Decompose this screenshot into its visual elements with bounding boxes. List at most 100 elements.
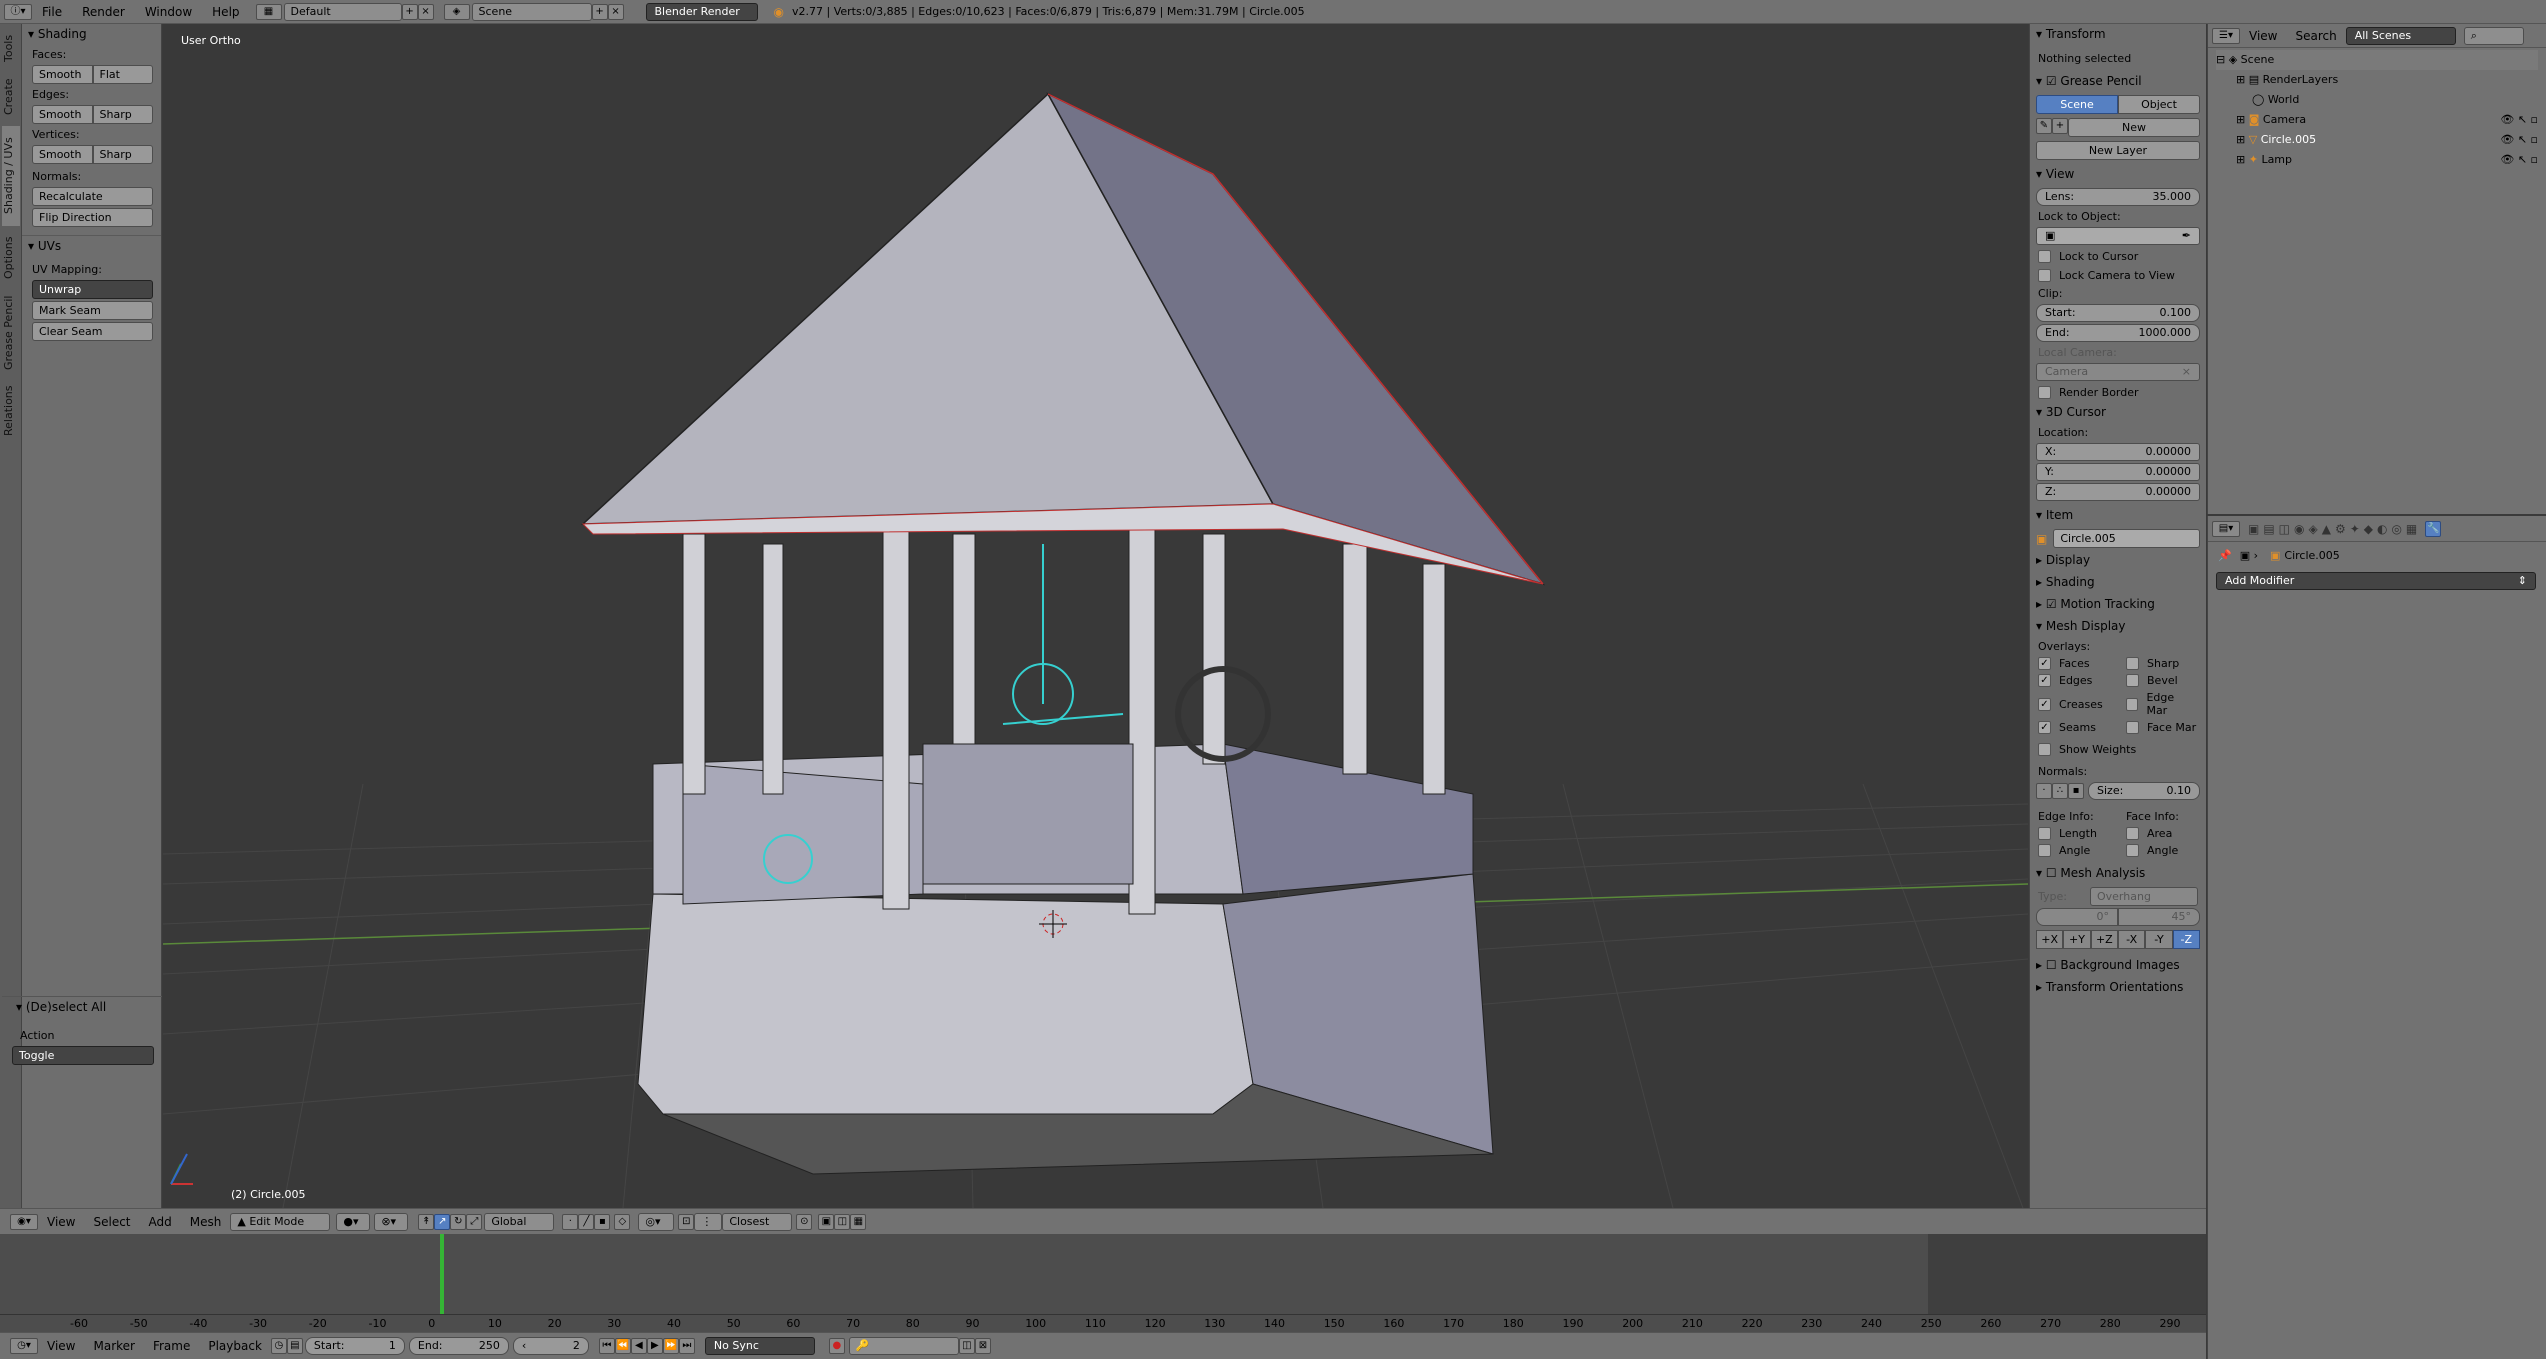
snap-element-icon[interactable]: ⋮	[694, 1212, 723, 1231]
viewport-mesh-menu[interactable]: Mesh	[181, 1215, 231, 1229]
jump-end-icon[interactable]: ⏭	[678, 1338, 695, 1354]
outliner-item-scene[interactable]: ⊟ ◈ Scene	[2216, 50, 2538, 70]
align-rotation-icon[interactable]: ⊙	[796, 1213, 813, 1230]
local-camera-field[interactable]: Camera ×	[2036, 363, 2200, 381]
edges-smooth-button[interactable]: Smooth	[32, 105, 93, 124]
edge-mark-check[interactable]	[2125, 697, 2139, 711]
pin-icon[interactable]: 📌	[2218, 549, 2232, 562]
area-check[interactable]	[2126, 827, 2139, 840]
axis-plus-y[interactable]: +Y	[2063, 930, 2091, 949]
play-reverse-icon[interactable]: ◀	[630, 1338, 647, 1354]
lock-cursor-checkbox[interactable]: Lock to Cursor	[2030, 247, 2206, 266]
add-scene-icon[interactable]: +	[591, 3, 608, 20]
vertices-sharp-button[interactable]: Sharp	[92, 145, 153, 164]
3d-viewport[interactable]: User Ortho (2) Circle.005	[163, 24, 2028, 1208]
lock-cursor-box[interactable]	[2038, 250, 2051, 263]
mark-seam-button[interactable]: Mark Seam	[32, 301, 153, 320]
split-normal-icon[interactable]: ∴	[2052, 783, 2068, 799]
end-frame-field[interactable]: End: 250	[408, 1337, 509, 1355]
tab-create[interactable]: Create	[2, 72, 20, 122]
face-select-icon[interactable]: ▪	[594, 1213, 611, 1230]
axis-minus-x[interactable]: -X	[2117, 930, 2146, 949]
render-border-box[interactable]	[2038, 386, 2051, 399]
face-mark-check[interactable]	[2126, 721, 2139, 734]
play-icon[interactable]: ▶	[646, 1338, 663, 1354]
translate-icon[interactable]: ↗	[434, 1213, 451, 1230]
flip-direction-button[interactable]: Flip Direction	[32, 208, 153, 227]
tab-options[interactable]: Options	[2, 230, 20, 286]
render-preview-icon[interactable]: ▣	[818, 1213, 835, 1230]
timeline[interactable]: -60 -50 -40 -30 -20 -10 0 10 20 30 40 50 60 70 80 90 100…	[0, 1234, 2206, 1332]
snap-icon[interactable]: ⊡	[678, 1213, 695, 1230]
axis-plus-z[interactable]: +Z	[2090, 930, 2118, 949]
background-images-header[interactable]: ▸ ☐ Background Images	[2030, 955, 2206, 977]
item-header[interactable]: ▾ Item	[2030, 505, 2206, 527]
context-tabs-icons[interactable]: ▣▤◫◉◈▲⚙✦◆◐◎▦	[2248, 522, 2421, 536]
next-key-icon[interactable]: ⏩	[662, 1338, 679, 1354]
transform-orientations-header[interactable]: ▸ Transform Orientations	[2030, 977, 2206, 999]
timeline-editor-icon[interactable]: ◷▾	[10, 1338, 38, 1354]
clip-end-field[interactable]: End: 1000.000	[2036, 324, 2200, 342]
operator-header[interactable]: ▾ (De)select All	[2, 997, 162, 1019]
pencil-icon[interactable]: ✎	[2036, 118, 2052, 134]
cursor-x-field[interactable]: X: 0.00000	[2036, 443, 2200, 461]
remove-scene-icon[interactable]: ×	[607, 3, 624, 20]
gp-new-button[interactable]: New	[2068, 118, 2200, 137]
current-frame-line[interactable]	[440, 1234, 444, 1314]
tab-shading-uvs[interactable]: Shading / UVs	[2, 126, 20, 226]
faces-check[interactable]: ✓	[2038, 657, 2051, 670]
edges-sharp-button[interactable]: Sharp	[92, 105, 153, 124]
outliner-item-lamp[interactable]: ⊞ ✦ Lamp 👁 ↖ ▫	[2216, 150, 2538, 170]
rotate-icon[interactable]: ↻	[450, 1213, 467, 1230]
display-mode-select[interactable]: All Scenes	[2345, 26, 2456, 45]
prev-key-icon[interactable]: ⏪	[614, 1338, 631, 1354]
edges-check[interactable]: ✓	[2038, 674, 2051, 687]
tab-grease-pencil[interactable]: Grease Pencil	[2, 290, 20, 376]
render-border-checkbox[interactable]: Render Border	[2030, 383, 2206, 402]
delete-key-icon[interactable]: ⊠	[974, 1338, 991, 1354]
edge-angle-check[interactable]	[2038, 844, 2051, 857]
circle-visibility-icon[interactable]: 👁 ↖ ▫	[2500, 130, 2538, 150]
timeline-playback-menu[interactable]: Playback	[199, 1339, 271, 1353]
axis-plus-x[interactable]: +X	[2036, 930, 2064, 949]
modifier-tab-icon[interactable]: 🔧	[2425, 520, 2442, 537]
timeline-marker-menu[interactable]: Marker	[84, 1339, 143, 1353]
grease-pencil-header[interactable]: ▾ ☑ Grease Pencil	[2030, 71, 2206, 93]
cursor-y-field[interactable]: Y: 0.00000	[2036, 463, 2200, 481]
outliner-view-menu[interactable]: View	[2240, 29, 2286, 43]
plus-icon[interactable]: +	[2052, 118, 2068, 134]
outliner-item-circle[interactable]: ⊞ ▽ Circle.005 👁 ↖ ▫	[2216, 130, 2538, 150]
motion-tracking-header[interactable]: ▸ ☑ Motion Tracking	[2030, 594, 2206, 616]
add-layout-icon[interactable]: +	[401, 3, 418, 20]
gp-object-button[interactable]: Object	[2118, 95, 2200, 114]
show-weights-box[interactable]	[2038, 743, 2051, 756]
mesh-analysis-header[interactable]: ▾ ☐ Mesh Analysis	[2030, 863, 2206, 885]
lock-object-field[interactable]: ▣ ✒	[2036, 227, 2200, 245]
axis-minus-y[interactable]: -Y	[2145, 930, 2173, 949]
sharp-check[interactable]	[2126, 657, 2139, 670]
properties-editor-icon[interactable]: ▤▾	[2212, 520, 2240, 537]
timeline-frame-menu[interactable]: Frame	[144, 1339, 199, 1353]
vertex-select-icon[interactable]: ·	[562, 1213, 579, 1230]
add-modifier-select[interactable]: Add Modifier ⇕	[2216, 572, 2536, 590]
menu-help[interactable]: Help	[202, 5, 249, 19]
scale-icon[interactable]: ⤢	[466, 1213, 483, 1230]
render-engine-select[interactable]: Blender Render	[645, 2, 758, 21]
viewport-select-menu[interactable]: Select	[84, 1215, 139, 1229]
tab-tools[interactable]: Tools	[2, 28, 20, 68]
shading-panel-header[interactable]: ▾ Shading	[22, 24, 161, 46]
normal-size-field[interactable]: Size: 0.10	[2088, 782, 2200, 800]
cursor3d-header[interactable]: ▾ 3D Cursor	[2030, 402, 2206, 424]
pivot-icon[interactable]: ⊗▾	[374, 1212, 409, 1231]
mode-select[interactable]: ▲ Edit Mode	[230, 1212, 331, 1231]
action-select[interactable]: Toggle	[12, 1046, 154, 1065]
outliner-search-icon[interactable]: ⌕	[2463, 26, 2524, 45]
current-frame-field[interactable]: ‹ 2	[512, 1337, 589, 1355]
occlude-icon[interactable]: ◇	[614, 1213, 631, 1230]
layout-icon[interactable]: ▦	[255, 3, 282, 20]
display-header[interactable]: ▸ Display	[2030, 550, 2206, 572]
gp-scene-button[interactable]: Scene	[2036, 95, 2118, 114]
analysis-max-field[interactable]: 45°	[2118, 908, 2200, 926]
editor-type-icon[interactable]: ⓘ▾	[4, 3, 32, 20]
lens-field[interactable]: Lens: 35.000	[2036, 188, 2200, 206]
